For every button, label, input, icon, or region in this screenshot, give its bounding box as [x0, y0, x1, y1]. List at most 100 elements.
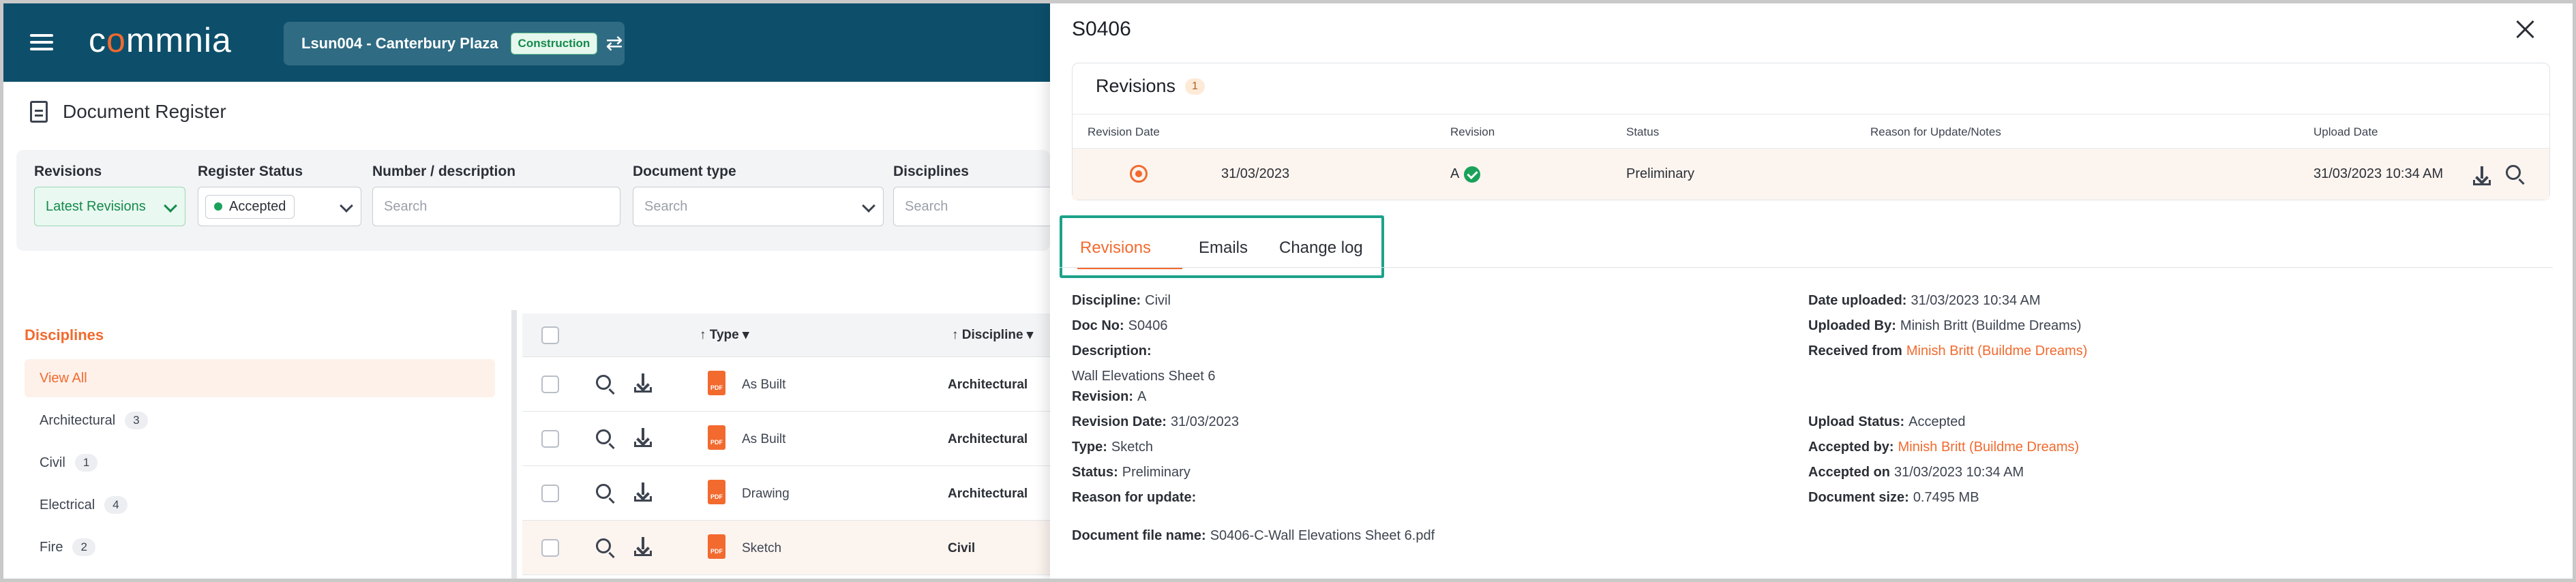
tab-change-log[interactable]: Change log — [1279, 239, 1363, 258]
search-icon[interactable] — [596, 375, 611, 390]
accepted-on-field: Accepted on 31/03/2023 10:34 AM — [1808, 465, 2024, 480]
download-icon[interactable] — [2473, 166, 2491, 185]
discipline-item-electrical[interactable]: Electrical 4 — [25, 486, 495, 524]
table-row-selected[interactable]: PDF Sketch Civil — [522, 521, 1050, 575]
page-title: Document Register — [63, 101, 226, 122]
discipline-cell: Architectural — [948, 487, 1028, 501]
download-icon[interactable] — [634, 428, 652, 447]
project-name: Lsun004 - Canterbury Plaza — [301, 35, 498, 52]
document-type-filter: Document type Search — [633, 164, 884, 226]
table-row[interactable]: PDF As Built Architectural — [522, 412, 1050, 466]
upload-date-cell: 31/03/2023 10:34 AM — [2313, 166, 2444, 181]
revisions-select-value: Latest Revisions — [46, 198, 146, 214]
page-title-row: Document Register — [30, 101, 226, 123]
download-icon[interactable] — [634, 537, 652, 556]
revision-date-cell: 31/03/2023 — [1221, 166, 1290, 181]
close-icon[interactable] — [2515, 19, 2535, 40]
table-row[interactable]: PDF Drawing Architectural — [522, 466, 1050, 521]
row-checkbox[interactable] — [541, 485, 559, 502]
type-cell: As Built — [742, 378, 786, 392]
chevron-down-icon — [340, 199, 353, 213]
project-switcher[interactable]: Lsun004 - Canterbury Plaza Construction … — [284, 22, 625, 65]
download-icon[interactable] — [634, 373, 652, 393]
document-size-field: Document size: 0.7495 MB — [1808, 490, 1979, 505]
revisions-select[interactable]: Latest Revisions — [34, 187, 185, 226]
register-status-filter: Register Status Accepted — [198, 164, 361, 226]
pdf-file-icon: PDF — [708, 480, 725, 504]
search-icon[interactable] — [2506, 165, 2521, 180]
tabs-divider — [1060, 267, 2553, 268]
row-checkbox[interactable] — [541, 376, 559, 393]
select-all-checkbox[interactable] — [541, 326, 559, 344]
revision-cell: A — [1450, 166, 1460, 181]
disciplines-panel: Disciplines View All Architectural 3 Civi… — [0, 310, 517, 582]
status-header: Status — [1626, 125, 1660, 138]
discipline-cell: Civil — [948, 541, 976, 555]
pdf-file-icon: PDF — [708, 371, 725, 395]
document-icon — [30, 101, 48, 123]
download-icon[interactable] — [634, 483, 652, 502]
discipline-item-civil[interactable]: Civil 1 — [25, 444, 495, 482]
search-icon[interactable] — [596, 538, 611, 553]
type-column-header[interactable]: ↑ Type ▾ — [700, 327, 749, 343]
register-status-select[interactable]: Accepted — [198, 187, 361, 226]
count-badge: 2 — [72, 538, 95, 556]
commnia-logo[interactable]: commnia — [89, 20, 232, 60]
count-badge: 1 — [74, 454, 98, 472]
accepted-status-chip[interactable]: Accepted — [205, 194, 295, 219]
type-cell: As Built — [742, 432, 786, 446]
revision-date-field: Revision Date: 31/03/2023 — [1072, 414, 1240, 429]
count-badge: 4 — [104, 496, 128, 514]
count-badge: 3 — [125, 412, 148, 429]
type-field: Type: Sketch — [1072, 440, 1154, 455]
swap-icon[interactable]: ⇄ — [605, 33, 623, 54]
filter-bar: Revisions Latest Revisions Register Stat… — [16, 150, 1050, 251]
revisions-filter-label: Revisions — [34, 164, 102, 179]
app-header: commnia Lsun004 - Canterbury Plaza Const… — [0, 0, 1050, 82]
description-label: Description: — [1072, 343, 1152, 358]
accepted-by-field: Accepted by: Minish Britt (Buildme Dreams… — [1808, 440, 2080, 455]
received-from-field: Received from Minish Britt (Buildme Dream… — [1808, 343, 2088, 358]
revisions-card: Revisions 1 Revision Date Revision Statu… — [1072, 63, 2550, 200]
document-type-select[interactable]: Search — [633, 187, 884, 226]
revision-row[interactable]: 31/03/2023 A Preliminary 31/03/2023 10:3… — [1073, 148, 2549, 200]
hamburger-menu-icon[interactable] — [30, 34, 53, 50]
discipline-field: Discipline: Civil — [1072, 293, 1171, 308]
tab-emails[interactable]: Emails — [1199, 239, 1248, 258]
revisions-table-header: Revision Date Revision Status Reason for… — [1073, 114, 2549, 148]
discipline-item-fire[interactable]: Fire 2 — [25, 528, 495, 566]
number-description-label: Number / description — [372, 164, 516, 179]
tab-revisions[interactable]: Revisions — [1080, 239, 1151, 258]
pdf-file-icon: PDF — [708, 534, 725, 559]
reason-for-update-field: Reason for update: — [1072, 490, 1197, 505]
disciplines-filter-input[interactable]: Search — [893, 187, 1050, 226]
revision-field: Revision: A — [1072, 389, 1147, 404]
document-number-title: S0406 — [1072, 18, 1131, 40]
table-row[interactable]: PDF As Built Architectural — [522, 357, 1050, 412]
row-checkbox[interactable] — [541, 430, 559, 448]
number-description-input[interactable]: Search — [372, 187, 620, 226]
search-icon[interactable] — [596, 429, 611, 444]
search-icon[interactable] — [596, 484, 611, 499]
revisions-count-badge: 1 — [1185, 78, 1205, 95]
number-description-filter: Number / description Search — [372, 164, 620, 226]
discipline-column-header[interactable]: ↑ Discipline ▾ — [952, 327, 1033, 343]
document-table: ↑ Type ▾ ↑ Discipline ▾ PDF As Built Arc… — [522, 313, 1050, 582]
received-from-link[interactable]: Minish Britt (Buildme Dreams) — [1906, 343, 2088, 358]
disciplines-title: Disciplines — [25, 326, 104, 343]
doc-no-field: Doc No: S0406 — [1072, 318, 1168, 333]
register-status-label: Register Status — [198, 164, 303, 179]
check-circle-icon — [1464, 166, 1480, 183]
discipline-item-architectural[interactable]: Architectural 3 — [25, 401, 495, 440]
discipline-item-view-all[interactable]: View All — [25, 359, 495, 397]
status-dot-icon — [214, 202, 222, 211]
revision-radio-selected[interactable] — [1130, 165, 1148, 183]
accepted-by-link[interactable]: Minish Britt (Buildme Dreams) — [1898, 440, 2080, 455]
table-header: ↑ Type ▾ ↑ Discipline ▾ — [522, 313, 1050, 357]
row-checkbox[interactable] — [541, 539, 559, 557]
project-phase-badge: Construction — [510, 33, 598, 55]
pdf-file-icon: PDF — [708, 425, 725, 450]
type-cell: Sketch — [742, 541, 782, 555]
chevron-down-icon — [862, 199, 875, 213]
document-file-name-field: Document file name: S0406-C-Wall Elevatio… — [1072, 528, 1435, 543]
